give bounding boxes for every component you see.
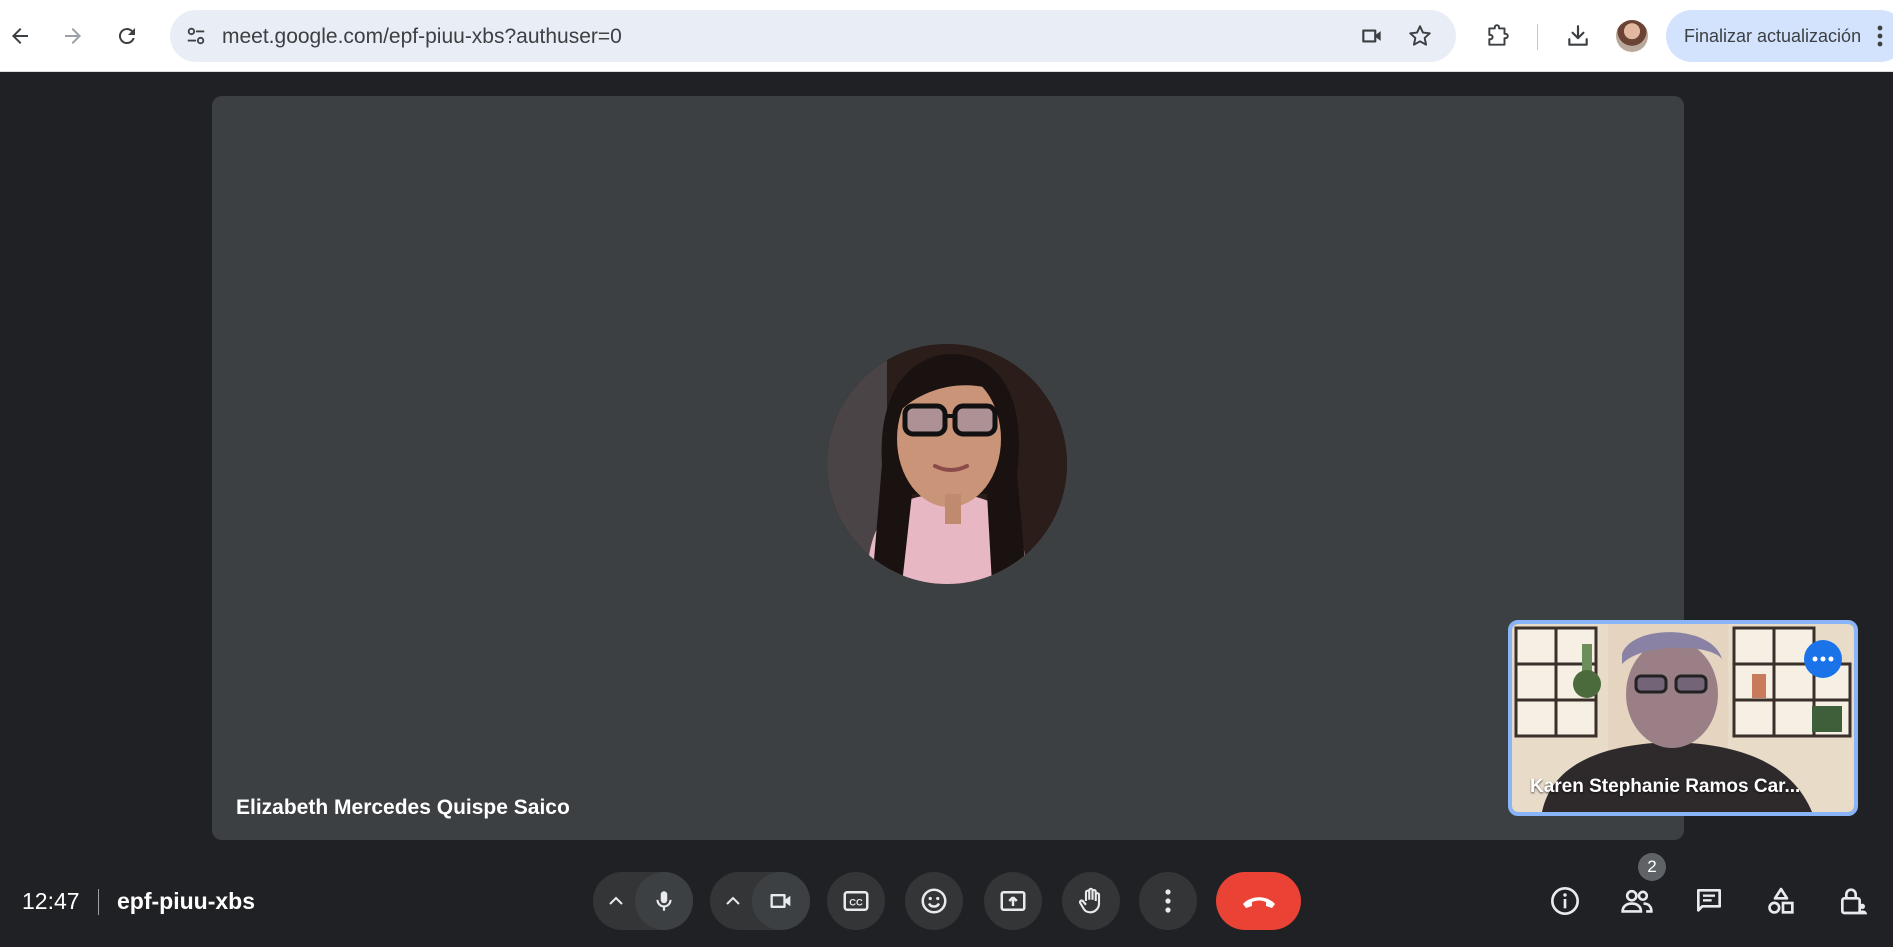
main-participant-tile[interactable]: Elizabeth Mercedes Quispe Saico <box>212 96 1684 840</box>
host-controls-button[interactable] <box>1828 876 1878 926</box>
back-button[interactable] <box>0 16 40 56</box>
phone-hangup-icon <box>1242 897 1275 908</box>
microphone-button[interactable] <box>635 872 693 930</box>
activities-button[interactable] <box>1756 876 1806 926</box>
profile-avatar[interactable] <box>1616 20 1648 52</box>
emoji-icon <box>921 888 947 914</box>
kebab-icon[interactable] <box>1870 22 1890 55</box>
people-icon <box>1621 889 1653 913</box>
self-view-more-button[interactable] <box>1804 640 1842 678</box>
tune-icon <box>187 27 205 45</box>
participants-count-badge: 2 <box>1638 853 1666 881</box>
main-participant-name: Elizabeth Mercedes Quispe Saico <box>236 796 570 819</box>
download-icon <box>1568 25 1588 46</box>
chevron-up-icon <box>609 896 623 905</box>
browser-toolbar: meet.google.com/epf-piuu-xbs?authuser=0 … <box>0 0 1893 72</box>
finish-update-button[interactable]: Finalizar actualización <box>1666 10 1893 62</box>
meeting-clock: 12:47 <box>22 888 80 914</box>
finish-update-label: Finalizar actualización <box>1684 26 1862 46</box>
captions-button[interactable]: CC <box>827 872 885 930</box>
hand-icon <box>1078 887 1101 914</box>
more-horizontal-icon <box>1812 656 1834 662</box>
self-view-tile[interactable]: Karen Stephanie Ramos Car... <box>1508 620 1858 816</box>
participant-avatar <box>827 344 1067 584</box>
camera-control-group <box>710 872 810 930</box>
reload-button[interactable] <box>107 16 147 56</box>
camera-permission-button[interactable] <box>1356 20 1388 52</box>
address-bar[interactable]: meet.google.com/epf-piuu-xbs?authuser=0 <box>170 10 1456 62</box>
camera-button[interactable] <box>752 872 810 930</box>
downloads-button[interactable] <box>1558 16 1598 56</box>
forward-button[interactable] <box>53 16 93 56</box>
lock-person-icon <box>1841 888 1867 915</box>
arrow-right-icon <box>65 28 81 44</box>
video-camera-icon <box>1362 29 1381 43</box>
star-icon <box>1409 25 1431 46</box>
reload-icon <box>118 28 135 45</box>
toolbar-divider <box>1537 24 1538 50</box>
present-screen-icon <box>1000 891 1026 911</box>
self-participant-name: Karen Stephanie Ramos Car... <box>1530 776 1801 797</box>
leave-call-button[interactable] <box>1216 872 1301 930</box>
reactions-button[interactable] <box>905 872 963 930</box>
video-settings-button[interactable] <box>710 872 756 930</box>
shapes-icon <box>1768 887 1794 914</box>
raise-hand-button[interactable] <box>1062 872 1120 930</box>
arrow-left-icon <box>12 28 28 44</box>
closed-captions-icon: CC <box>843 891 869 911</box>
url-text[interactable]: meet.google.com/epf-piuu-xbs?authuser=0 <box>222 25 622 49</box>
chat-icon <box>1697 889 1721 912</box>
people-button[interactable] <box>1612 876 1662 926</box>
video-camera-icon <box>770 894 791 908</box>
more-options-button[interactable] <box>1139 872 1197 930</box>
site-info-button[interactable] <box>180 20 212 52</box>
microphone-control-group <box>593 872 693 930</box>
meeting-code: epf-piuu-xbs <box>117 888 255 914</box>
present-screen-button[interactable] <box>984 872 1042 930</box>
info-icon <box>1551 887 1579 915</box>
meeting-details-button[interactable] <box>1540 876 1590 926</box>
chat-button[interactable] <box>1684 876 1734 926</box>
extensions-button[interactable] <box>1478 16 1518 56</box>
bottom-bar-divider <box>98 889 99 915</box>
audio-settings-button[interactable] <box>593 872 639 930</box>
microphone-icon <box>656 891 672 911</box>
kebab-icon <box>1165 889 1171 913</box>
bookmark-button[interactable] <box>1404 20 1436 52</box>
puzzle-icon <box>1488 24 1509 46</box>
chevron-up-icon <box>726 896 740 905</box>
svg-text:CC: CC <box>849 897 863 907</box>
